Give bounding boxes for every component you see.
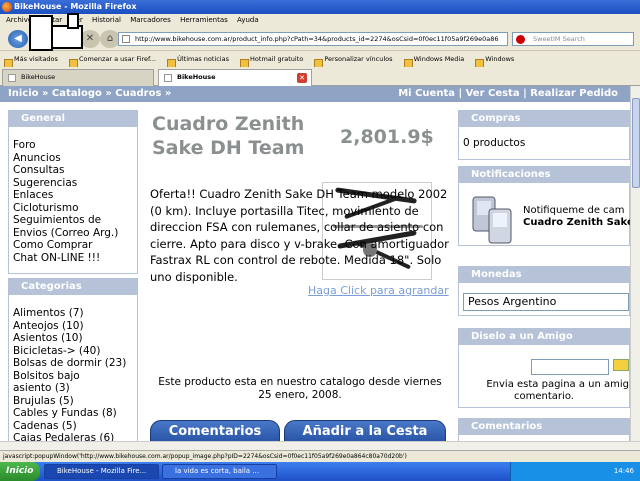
general-link-chat[interactable]: Chat ON-LINE !!!	[13, 252, 137, 265]
breadcrumb-left[interactable]: Inicio » Catalogo » Cuadros »	[8, 88, 171, 99]
notificaciones-title: Notificaciones	[459, 167, 629, 183]
comentarios-box: Comentarios	[458, 418, 630, 441]
bookmark-hotmail[interactable]: Hotmail gratuito	[240, 55, 303, 63]
notification-devices-icon	[472, 196, 512, 244]
tab-strip: BikeHouse BikeHouse ✕	[0, 67, 640, 86]
tab-bikehouse-2[interactable]: BikeHouse ✕	[158, 69, 312, 86]
home-icon[interactable]: ⌂	[100, 30, 120, 48]
friend-email-input[interactable]	[531, 359, 609, 375]
category-link[interactable]: Bolsitos bajo	[13, 370, 137, 383]
account-links[interactable]: Mi Cuenta | Ver Cesta | Realizar Pedido	[398, 86, 618, 102]
general-link-anuncios[interactable]: Anuncios	[13, 152, 137, 165]
tab-favicon	[8, 74, 16, 82]
menu-ayuda[interactable]: Ayuda	[237, 16, 259, 24]
general-link-envios[interactable]: Envios (Correo Arg.)	[13, 227, 137, 240]
amigo-box: Diselo a un Amigo Envia esta pagina a un…	[458, 328, 630, 408]
currency-select[interactable]: Pesos Argentino	[463, 293, 629, 311]
close-tab-icon[interactable]: ✕	[297, 73, 307, 83]
amigo-title: Diselo a un Amigo	[459, 329, 629, 345]
general-link-sugerencias[interactable]: Sugerencias	[13, 177, 137, 190]
general-link-enlaces[interactable]: Enlaces	[13, 189, 137, 202]
category-link[interactable]: Brujulas (5)	[13, 395, 137, 408]
horizontal-scrollbar[interactable]	[0, 441, 640, 450]
window-title: BikeHouse - Mozilla Firefox	[14, 2, 137, 11]
catalog-date-note: Este producto esta en nuestro catalogo d…	[158, 376, 442, 401]
bookmark-ultimas-noticias[interactable]: Últimas noticias	[167, 55, 229, 63]
category-link[interactable]: Alimentos (7)	[13, 307, 137, 320]
notificaciones-box: Notificaciones Notifiqueme de cam Cuadro…	[458, 166, 630, 246]
general-box: General Foro Anuncios Consultas Sugerenc…	[8, 110, 138, 274]
category-link[interactable]: Cables y Fundas (8)	[13, 407, 137, 420]
monedas-title: Monedas	[459, 267, 629, 283]
general-link-foro[interactable]: Foro	[13, 139, 137, 152]
amigo-text-2: comentario.	[514, 391, 574, 402]
menu-herramientas[interactable]: Herramientas	[180, 16, 228, 24]
tab-bikehouse-1[interactable]: BikeHouse	[2, 69, 154, 86]
general-link-cicloturismo[interactable]: Cicloturismo	[13, 202, 137, 215]
product-price: 2,801.9$	[340, 126, 434, 148]
bookmark-mas-visitados[interactable]: Más visitados	[4, 55, 58, 63]
amigo-text-1: Envia esta pagina a un amig	[486, 379, 629, 390]
status-bar: javascript:popupWindow('http://www.bikeh…	[0, 450, 640, 462]
page-icon	[122, 35, 130, 43]
monedas-box: Monedas Pesos Argentino	[458, 266, 630, 316]
menu-marcadores[interactable]: Marcadores	[130, 16, 171, 24]
url-text: http://www.bikehouse.com.ar/product_info…	[135, 35, 499, 43]
bookmark-windows-media[interactable]: Windows Media	[404, 55, 465, 63]
notify-text[interactable]: Notifiqueme de cam	[523, 205, 630, 217]
breadcrumb: Inicio » Catalogo » Cuadros » Mi Cuenta …	[0, 86, 630, 102]
scroll-thumb[interactable]	[632, 98, 640, 188]
bookmark-personalizar[interactable]: Personalizar vínculos	[314, 55, 392, 63]
vertical-scrollbar[interactable]	[630, 86, 640, 441]
category-link[interactable]: Bicicletas-> (40)	[13, 345, 137, 358]
general-link-seguimientos[interactable]: Seguimientos de	[13, 214, 137, 227]
cart-count: 0 productos	[463, 137, 526, 149]
compras-box: Compras 0 productos	[458, 110, 630, 160]
bookmark-comenzar[interactable]: Comenzar a usar Firef...	[69, 55, 156, 63]
web-page: Inicio » Catalogo » Cuadros » Mi Cuenta …	[0, 86, 630, 441]
hand-cursor-icon	[29, 13, 83, 51]
add-to-cart-button[interactable]: Añadir a la Cesta	[284, 420, 446, 441]
windows-taskbar: Inicio BikeHouse - Mozilla Fire... la vi…	[0, 462, 640, 481]
general-link-consultas[interactable]: Consultas	[13, 164, 137, 177]
compras-title: Compras	[459, 111, 629, 127]
url-bar[interactable]: http://www.bikehouse.com.ar/product_info…	[118, 32, 508, 46]
comentarios-title: Comentarios	[459, 419, 629, 435]
category-link[interactable]: Bolsas de dormir (23)	[13, 357, 137, 370]
category-link[interactable]: Anteojos (10)	[13, 320, 137, 333]
product-title: Cuadro Zenith Sake DH Team	[152, 113, 305, 159]
back-icon[interactable]: ◀	[8, 30, 28, 48]
enlarge-image-link[interactable]: Haga Click para agrandar	[308, 284, 449, 297]
search-engine-icon[interactable]	[516, 35, 525, 44]
tab-favicon	[164, 74, 172, 82]
search-input[interactable]: SweetIM Search	[512, 32, 634, 46]
category-link[interactable]: asiento (3)	[13, 382, 137, 395]
category-link[interactable]: Cadenas (5)	[13, 420, 137, 433]
categorias-box: Categorias Alimentos (7) Anteojos (10) A…	[8, 278, 138, 441]
system-tray: 14:46	[510, 462, 640, 481]
notify-product[interactable]: Cuadro Zenith Sake	[523, 217, 630, 229]
search-placeholder: SweetIM Search	[533, 35, 585, 43]
clock: 14:46	[613, 467, 634, 475]
category-link[interactable]: Asientos (10)	[13, 332, 137, 345]
categorias-title: Categorias	[9, 279, 137, 295]
general-link-como-comprar[interactable]: Como Comprar	[13, 239, 137, 252]
general-title: General	[9, 111, 137, 127]
comments-button[interactable]: Comentarios	[150, 420, 280, 441]
tab-label: BikeHouse	[177, 73, 216, 81]
bookmarks-toolbar: Más visitados Comenzar a usar Firef... Ú…	[0, 51, 640, 67]
taskbar-item-music[interactable]: la vida es corta, baila ...	[162, 464, 277, 479]
tab-label: BikeHouse	[21, 73, 56, 81]
product-description: Oferta!! Cuadro Zenith Sake DH Team mode…	[150, 187, 449, 284]
start-button[interactable]: Inicio	[0, 462, 40, 481]
category-link[interactable]: Cajas Pedaleras (6)	[13, 432, 137, 441]
bookmark-windows[interactable]: Windows	[475, 55, 514, 63]
envelope-icon[interactable]	[613, 359, 629, 371]
firefox-icon	[2, 2, 12, 12]
taskbar-item-firefox[interactable]: BikeHouse - Mozilla Fire...	[44, 464, 159, 479]
